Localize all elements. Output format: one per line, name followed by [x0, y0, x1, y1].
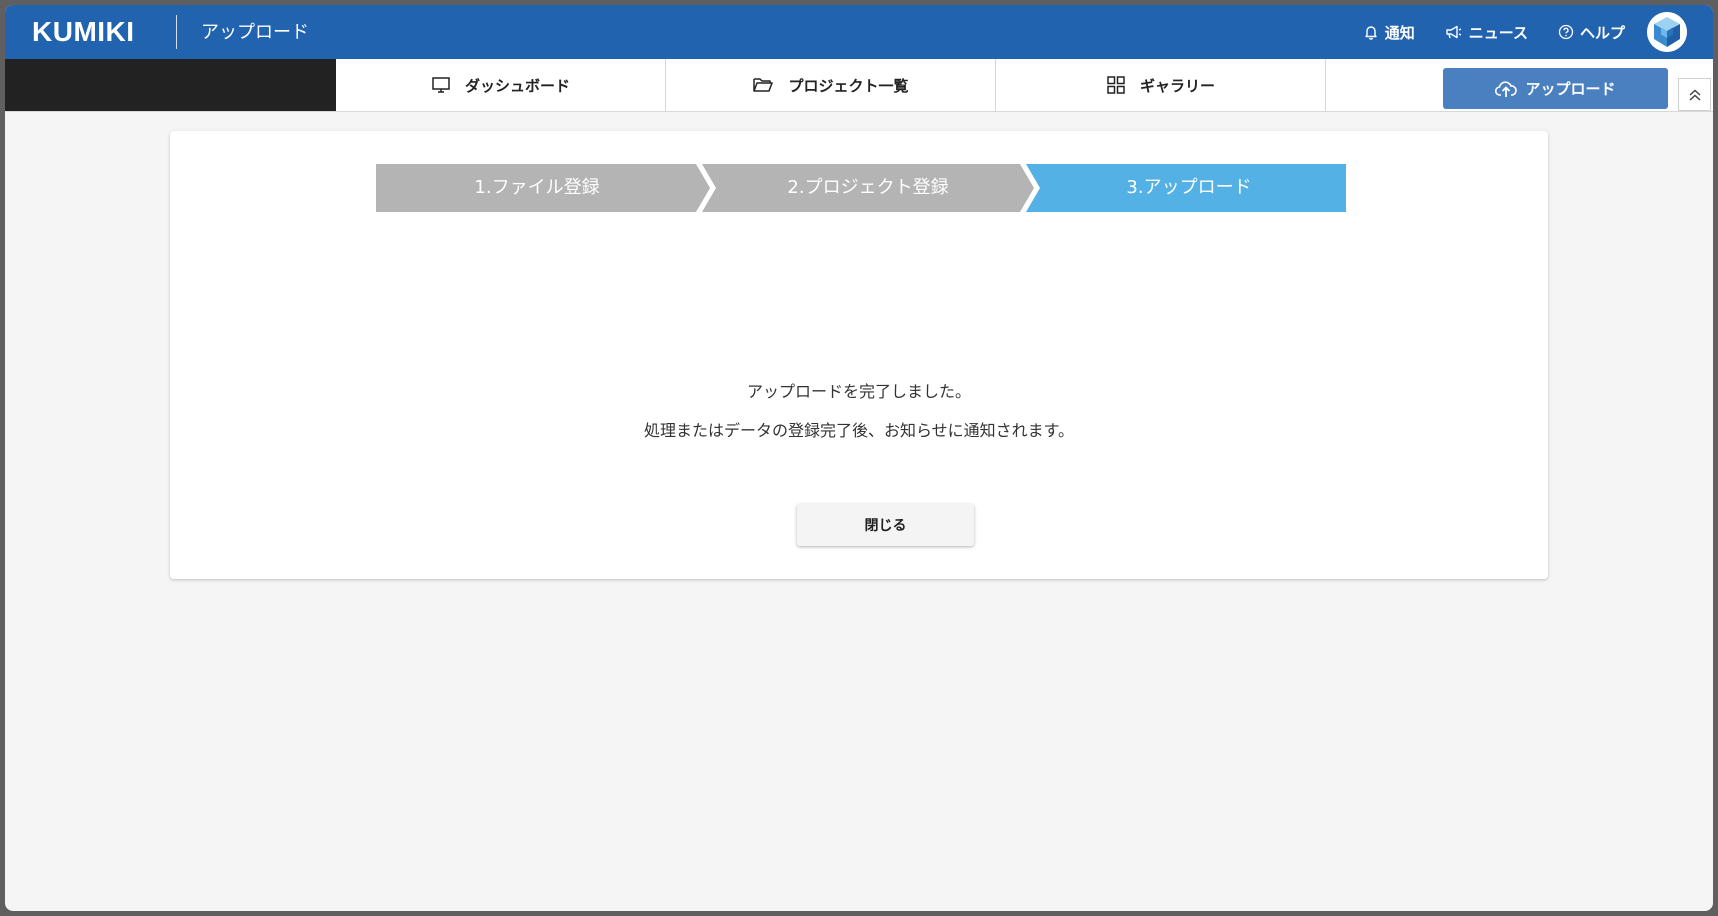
grid-icon — [1107, 76, 1125, 94]
top-header: KUMIKI アップロード 通知 ニュース ヘルプ — [5, 5, 1713, 59]
progress-steps: 1.ファイル登録 2.プロジェクト登録 3.アップロード — [376, 164, 1346, 212]
upload-complete-card: 1.ファイル登録 2.プロジェクト登録 3.アップロード アップロードを完了しま… — [170, 131, 1548, 579]
help-link[interactable]: ヘルプ — [1558, 22, 1625, 43]
page-title: アップロード — [201, 22, 309, 43]
cube-avatar-icon — [1647, 12, 1687, 52]
upload-button-label: アップロード — [1525, 80, 1616, 98]
news-label: ニュース — [1468, 23, 1528, 42]
upload-button[interactable]: アップロード — [1443, 68, 1668, 109]
header-links: 通知 ニュース ヘルプ — [1363, 5, 1713, 59]
user-avatar[interactable] — [1647, 12, 1687, 52]
close-button[interactable]: 閉じる — [797, 504, 974, 546]
main-nav: ダッシュボード プロジェクト一覧 ギャラリー アップロード — [5, 59, 1713, 112]
monitor-icon — [432, 77, 450, 93]
collapse-header-button[interactable] — [1678, 78, 1711, 111]
completion-message: アップロードを完了しました。 — [746, 382, 971, 401]
tab-project-list-label: プロジェクト一覧 — [788, 76, 909, 95]
tab-dashboard-label: ダッシュボード — [464, 76, 570, 95]
nav-left-panel — [5, 59, 336, 111]
notifications-label: 通知 — [1384, 23, 1415, 42]
megaphone-icon — [1446, 25, 1462, 39]
app-window: KUMIKI アップロード 通知 ニュース ヘルプ ダッシュボード プロジェクト… — [5, 5, 1713, 911]
step-1-label: 1.ファイル登録 — [474, 177, 600, 198]
cloud-upload-icon — [1495, 80, 1518, 97]
folder-icon — [753, 78, 774, 92]
help-label: ヘルプ — [1579, 23, 1625, 42]
tab-gallery-label: ギャラリー — [1139, 76, 1215, 95]
brand-logo[interactable]: KUMIKI — [32, 5, 135, 59]
help-circle-icon — [1558, 24, 1574, 40]
notifications-link[interactable]: 通知 — [1363, 22, 1415, 43]
tab-gallery[interactable]: ギャラリー — [996, 59, 1326, 111]
step-2-label: 2.プロジェクト登録 — [787, 177, 949, 198]
news-link[interactable]: ニュース — [1445, 22, 1528, 43]
notification-message: 処理またはデータの登録完了後、お知らせに通知されます。 — [643, 421, 1075, 440]
brand-divider — [176, 15, 177, 49]
chevron-double-up-icon — [1688, 88, 1701, 101]
bell-icon — [1365, 26, 1377, 40]
tab-dashboard[interactable]: ダッシュボード — [336, 59, 666, 111]
step-3-label: 3.アップロード — [1126, 177, 1252, 198]
tab-project-list[interactable]: プロジェクト一覧 — [666, 59, 996, 111]
